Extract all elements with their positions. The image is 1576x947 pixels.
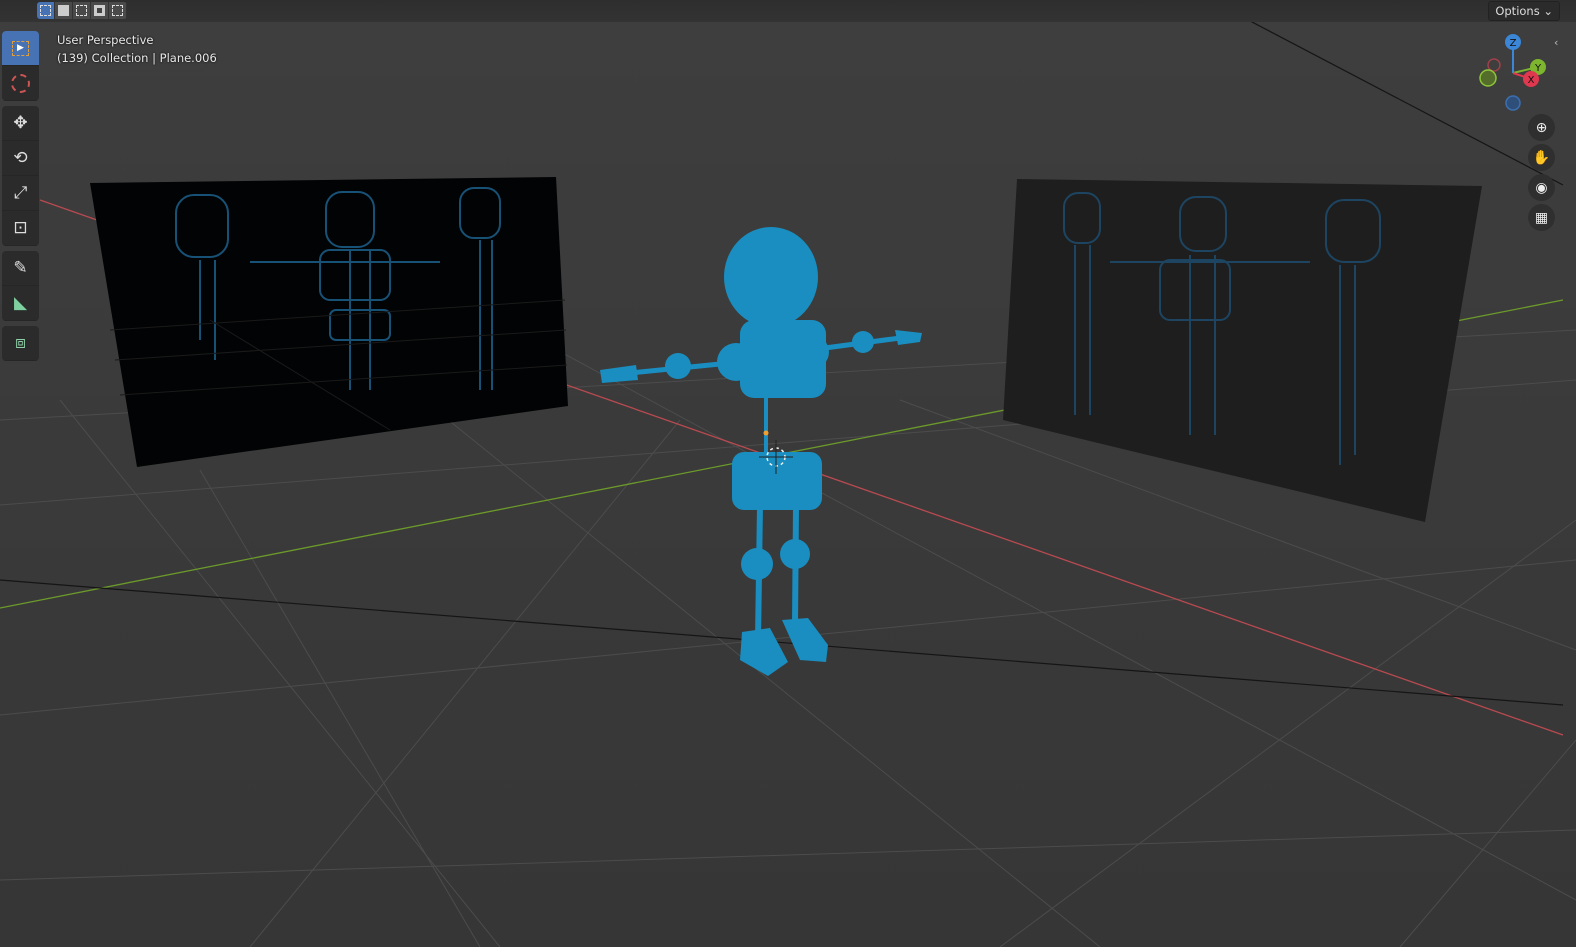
gizmo-x-label: X (1528, 75, 1535, 86)
zoom-icon[interactable]: ⊕ (1528, 114, 1555, 141)
gizmo-z-label: Z (1510, 38, 1517, 49)
select-mode-group (37, 2, 127, 19)
hand-pan-icon[interactable]: ✋ (1528, 144, 1555, 171)
select-mode-extend[interactable] (55, 2, 73, 19)
toolbar: ▶ ✥ ⟲ ⤢ ⊡ ✎ ◣ ⧈ (2, 31, 39, 366)
move-icon[interactable]: ✥ (2, 106, 39, 141)
viewport-3d[interactable]: Z Y X (0, 0, 1576, 947)
select-mode-difference[interactable] (91, 2, 109, 19)
select-mode-new[interactable] (37, 2, 55, 19)
select-box-icon[interactable]: ▶ (2, 31, 39, 66)
select-mode-subtract[interactable] (73, 2, 91, 19)
scale-icon[interactable]: ⤢ (2, 176, 39, 211)
chevron-down-icon: ⌄ (1543, 4, 1553, 18)
grid-perspective-icon[interactable]: ▦ (1528, 204, 1555, 231)
sidebar-collapse-icon[interactable]: ‹ (1554, 36, 1558, 49)
cursor-icon[interactable] (2, 66, 39, 101)
transform-icon[interactable]: ⊡ (2, 211, 39, 246)
viewport-info: User Perspective (139) Collection | Plan… (57, 31, 217, 67)
measure-icon[interactable]: ◣ (2, 286, 39, 321)
gizmo-y-label: Y (1534, 63, 1542, 74)
options-dropdown[interactable]: Options ⌄ (1488, 1, 1560, 21)
select-mode-intersect[interactable] (109, 2, 127, 19)
options-label: Options (1495, 4, 1540, 18)
camera-icon[interactable]: ◉ (1528, 174, 1555, 201)
view-name: User Perspective (57, 33, 154, 47)
rotate-icon[interactable]: ⟲ (2, 141, 39, 176)
viewport-header: Options ⌄ (0, 0, 1576, 22)
add-cube-icon[interactable]: ⧈ (2, 326, 39, 361)
object-context: (139) Collection | Plane.006 (57, 51, 217, 65)
annotate-icon[interactable]: ✎ (2, 251, 39, 286)
